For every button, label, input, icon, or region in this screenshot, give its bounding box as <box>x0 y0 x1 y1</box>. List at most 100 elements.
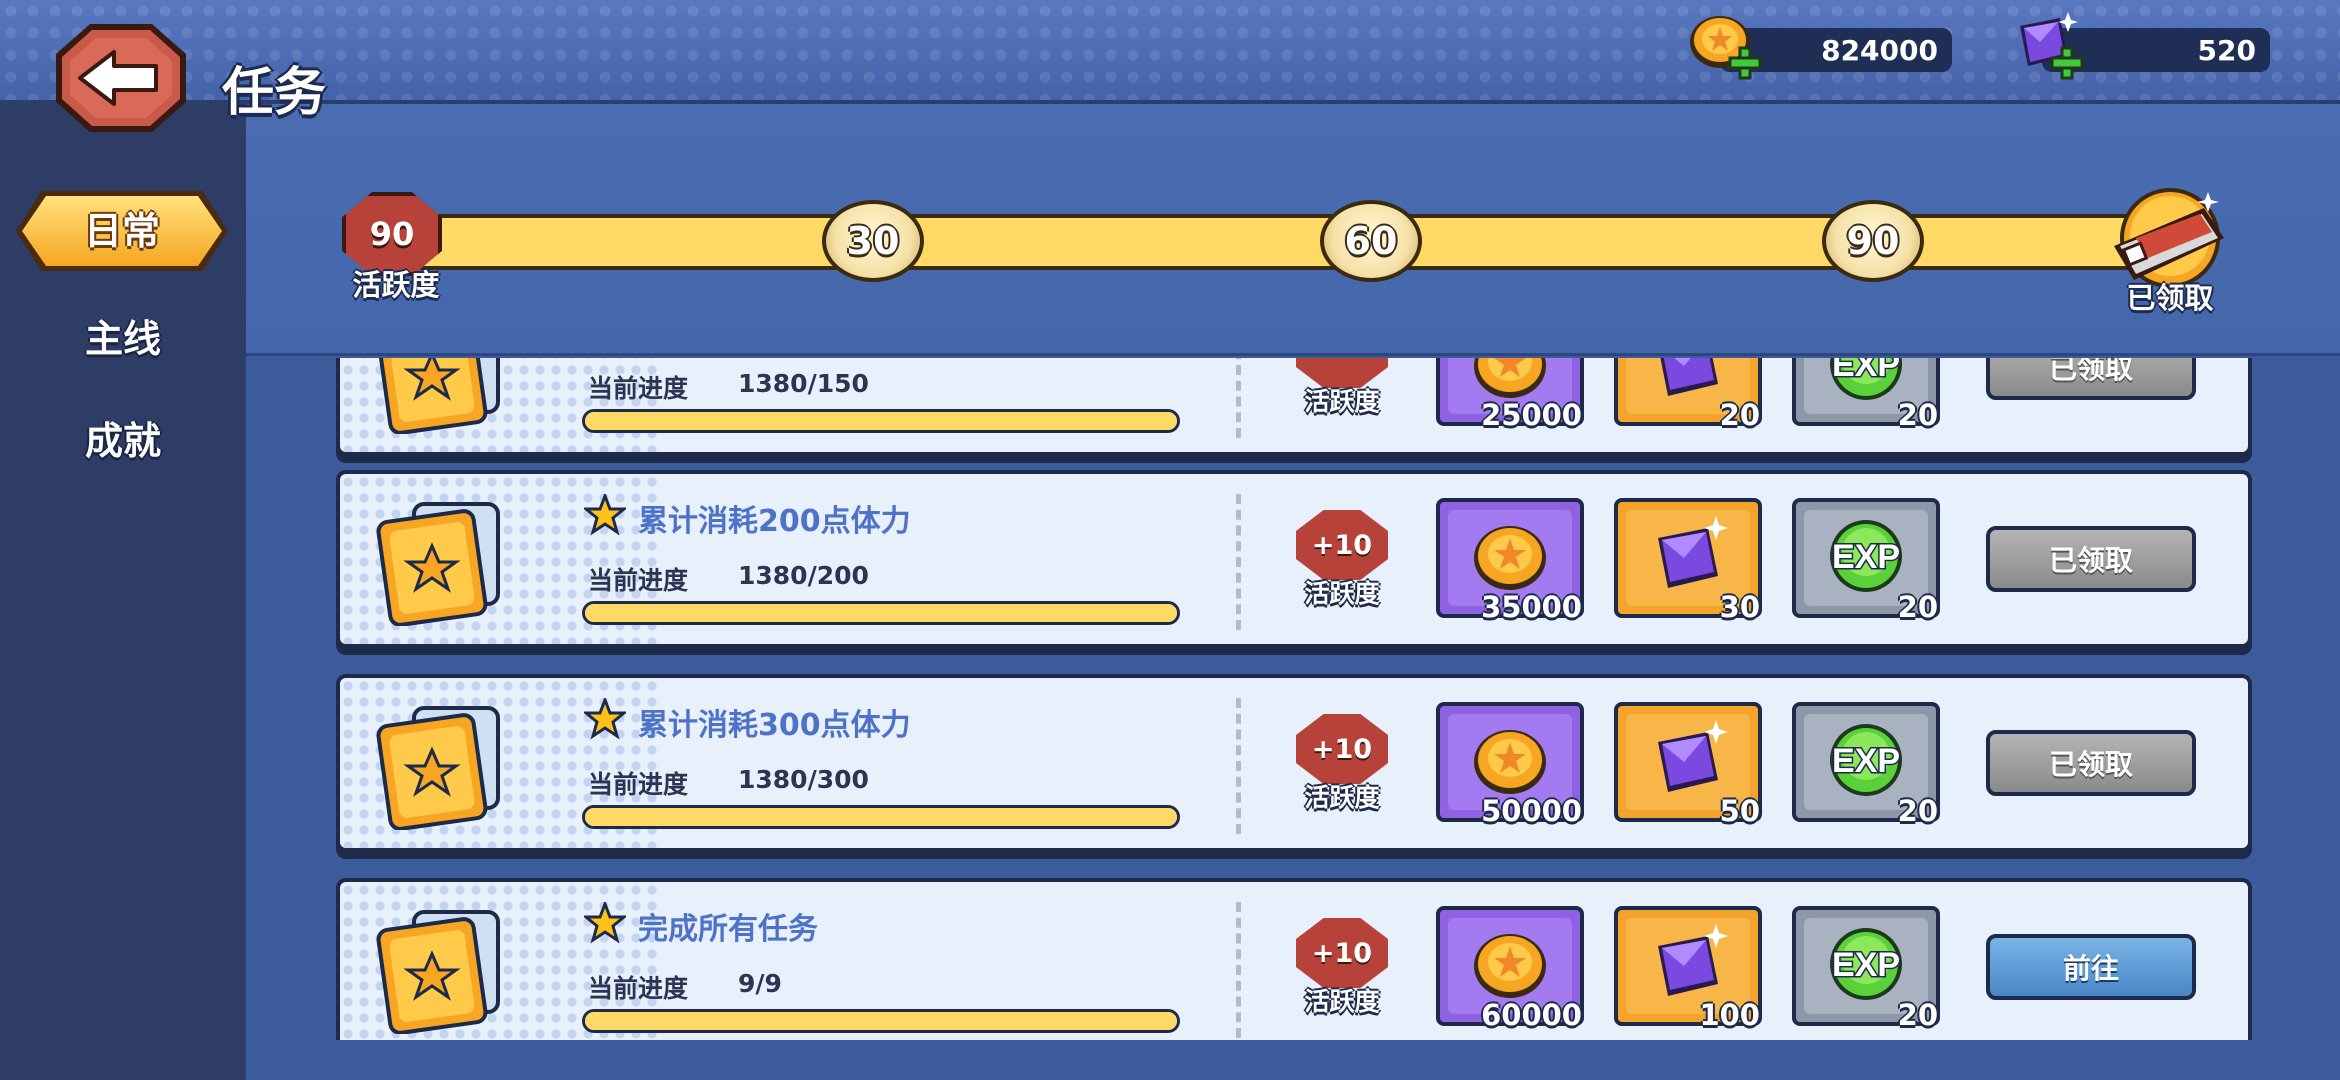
task-progress-label: 当前进度 <box>588 974 689 1003</box>
activity-points-badge: +10 <box>1296 918 1388 988</box>
svg-text:EXP: EXP <box>1832 946 1900 984</box>
activity-points-label: 活跃度 <box>1304 783 1380 812</box>
back-arrow-icon <box>56 24 186 132</box>
claim-button[interactable]: 已领取 <box>1986 730 2196 796</box>
reward-exp[interactable]: EXP 20 <box>1792 702 1940 828</box>
activity-points-label: 活跃度 <box>1304 579 1380 608</box>
back-button[interactable] <box>52 20 190 136</box>
star-icon <box>584 494 626 536</box>
reward-exp[interactable]: EXP 20 <box>1792 358 1940 432</box>
task-progress-fill <box>585 604 1177 622</box>
reward-gems[interactable]: 20 <box>1614 358 1762 432</box>
chest-status-label: 已领取 <box>2126 281 2214 315</box>
coin-icon <box>1474 526 1546 590</box>
reward-coins[interactable]: 35000 <box>1436 498 1584 624</box>
task-progress-label: 当前进度 <box>588 566 689 595</box>
task-row: 累计消耗300点体力 当前进度 1380/300 +10 活跃度 50000 5… <box>336 674 2252 852</box>
task-list[interactable]: 当前进度 1380/150 活跃度 25000 20 EXP 20 已领取 累计… <box>246 358 2340 1040</box>
svg-text:EXP: EXP <box>1832 538 1900 576</box>
tab-achievements[interactable]: 成就 <box>0 410 246 465</box>
reward-exp[interactable]: EXP 20 <box>1792 498 1940 624</box>
task-card-icon <box>376 706 500 830</box>
gem-icon <box>1658 924 1728 996</box>
activity-points-badge: +10 <box>1296 714 1388 784</box>
task-progress-fill <box>585 412 1177 430</box>
gem-amount: 520 <box>2197 33 2256 67</box>
task-progress-label: 当前进度 <box>588 770 689 799</box>
coin-icon <box>1474 934 1546 998</box>
activity-points-label: 活跃度 <box>1304 987 1380 1016</box>
top-bar <box>0 0 2340 104</box>
task-progress-fill <box>585 808 1177 826</box>
gem-icon <box>1658 720 1728 792</box>
reward-gems[interactable]: 100 <box>1614 906 1762 1032</box>
task-row: 完成所有任务 当前进度 9/9 +10 活跃度 60000 100 EXP 20… <box>336 878 2252 1040</box>
task-divider <box>1236 698 1241 834</box>
reward-coins[interactable]: 25000 <box>1436 358 1584 432</box>
reward-gems-qty: 20 <box>1719 398 1760 432</box>
task-progress-fill <box>585 1012 1177 1030</box>
task-divider <box>1236 902 1241 1038</box>
activity-points-badge: +10 <box>1296 510 1388 580</box>
reward-exp[interactable]: EXP 20 <box>1792 906 1940 1032</box>
task-title: 完成所有任务 <box>638 912 818 947</box>
tab-main-quest[interactable]: 主线 <box>0 308 246 363</box>
task-row: 累计消耗200点体力 当前进度 1380/200 +10 活跃度 35000 3… <box>336 470 2252 648</box>
exp-icon: EXP <box>1830 724 1902 796</box>
gem-icon <box>1658 516 1728 588</box>
reward-exp-qty: 20 <box>1897 590 1938 624</box>
task-divider <box>1236 358 1241 438</box>
milestone-90[interactable]: 90 <box>1822 200 1924 282</box>
milestone-60[interactable]: 60 <box>1320 200 1422 282</box>
reward-gems-qty: 50 <box>1719 794 1760 828</box>
task-progress-value: 1380/200 <box>738 561 869 590</box>
task-progress-value: 1380/150 <box>738 369 869 398</box>
task-title: 累计消耗200点体力 <box>638 504 911 539</box>
coin-balance: 824000 <box>1690 16 1952 80</box>
reward-coins-qty: 50000 <box>1481 794 1582 828</box>
reward-coins-qty: 35000 <box>1481 590 1582 624</box>
task-card-icon <box>376 358 500 434</box>
reward-coins[interactable]: 60000 <box>1436 906 1584 1032</box>
svg-text:EXP: EXP <box>1832 358 1900 384</box>
task-card-icon <box>376 910 500 1034</box>
coin-icon[interactable] <box>1688 12 1766 82</box>
go-button[interactable]: 前往 <box>1986 934 2196 1000</box>
task-progress-value: 9/9 <box>738 969 782 998</box>
task-row: 当前进度 1380/150 活跃度 25000 20 EXP 20 已领取 <box>336 358 2252 456</box>
reward-coins[interactable]: 50000 <box>1436 702 1584 828</box>
task-divider <box>1236 494 1241 630</box>
task-progress-bar <box>582 1009 1180 1033</box>
coin-icon <box>1474 730 1546 794</box>
page-title: 任务 <box>222 63 327 123</box>
reward-gems[interactable]: 50 <box>1614 702 1762 828</box>
exp-icon: EXP <box>1830 928 1902 1000</box>
claim-button[interactable]: 已领取 <box>1986 526 2196 592</box>
reward-exp-qty: 20 <box>1897 794 1938 828</box>
reward-coins-qty: 60000 <box>1481 998 1582 1032</box>
task-progress-bar <box>582 805 1180 829</box>
gem-balance: 520 <box>2020 12 2270 80</box>
task-progress-bar <box>582 601 1180 625</box>
reward-gems-qty: 100 <box>1699 998 1760 1032</box>
reward-gems-qty: 30 <box>1719 590 1760 624</box>
claim-button[interactable]: 已领取 <box>1986 358 2196 400</box>
gem-icon[interactable] <box>2010 12 2088 82</box>
reward-exp-qty: 20 <box>1897 398 1938 432</box>
coin-amount: 824000 <box>1821 33 1938 67</box>
svg-text:EXP: EXP <box>1832 742 1900 780</box>
exp-icon: EXP <box>1830 520 1902 592</box>
star-icon <box>584 902 626 944</box>
task-title: 累计消耗300点体力 <box>638 708 911 743</box>
task-progress-value: 1380/300 <box>738 765 869 794</box>
tab-daily[interactable]: 日常 <box>22 196 222 266</box>
milestone-30[interactable]: 30 <box>822 200 924 282</box>
reward-exp-qty: 20 <box>1897 998 1938 1032</box>
reward-gems[interactable]: 30 <box>1614 498 1762 624</box>
task-card-icon <box>376 502 500 626</box>
star-icon <box>584 698 626 740</box>
task-progress-bar <box>582 409 1180 433</box>
activity-label: 活跃度 <box>352 268 440 302</box>
task-progress-label: 当前进度 <box>588 374 689 403</box>
reward-coins-qty: 25000 <box>1481 398 1582 432</box>
